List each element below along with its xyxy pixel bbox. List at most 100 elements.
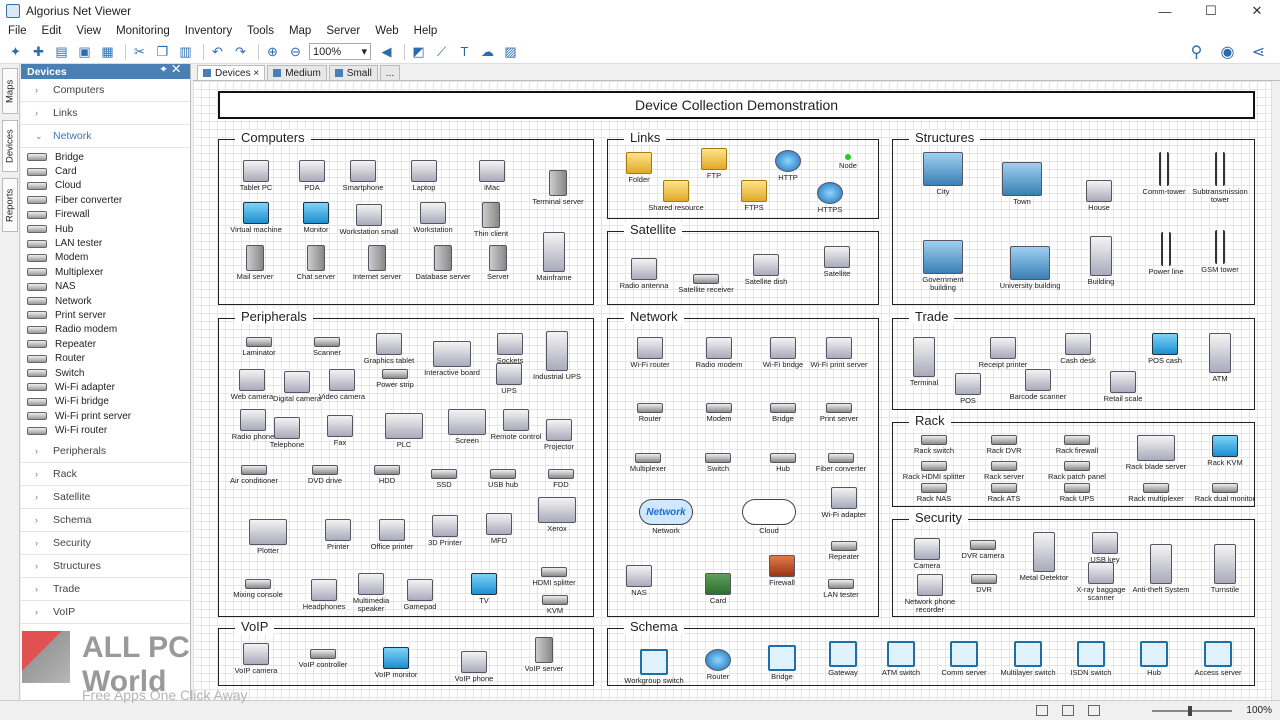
device-node[interactable]: Wi-Fi router [618,337,682,369]
device-node[interactable]: Rack server [972,461,1036,481]
text-icon[interactable]: T [455,42,474,61]
device-node[interactable]: Barcode scanner [1006,369,1070,401]
device-node[interactable]: Comm-tower [1132,152,1196,196]
device-node[interactable]: Cash desk [1046,333,1110,365]
device-node[interactable]: Metal Detektor [1012,532,1076,582]
wizard-icon[interactable]: ✦ [6,42,25,61]
new-icon[interactable]: ✚ [29,42,48,61]
device-node[interactable]: Rack dual monitor [1193,483,1257,503]
device-node[interactable]: Xerox [525,497,589,533]
tab-medium[interactable]: Medium [267,65,327,80]
device-node[interactable]: Laptop [392,160,456,192]
device-list-item[interactable]: Wi-Fi bridge [21,395,190,409]
device-list-item[interactable]: Hub [21,222,190,236]
tab-maps[interactable]: Maps [2,68,18,114]
device-node[interactable]: Firewall [750,555,814,587]
device-list-item[interactable]: Wi-Fi print server [21,409,190,423]
minimize-button[interactable]: — [1142,0,1188,22]
device-node[interactable]: Router [618,403,682,423]
device-node[interactable]: University building [998,246,1062,290]
device-node[interactable]: VoIP controller [291,649,355,669]
device-node[interactable]: Workgroup switch [622,649,686,685]
device-node[interactable]: Fiber converter [809,453,873,473]
maximize-button[interactable]: ☐ [1188,0,1234,22]
device-node[interactable]: ATM [1188,333,1252,383]
category-item[interactable]: › Schema [21,509,190,532]
zoom-select[interactable]: 100% ▾ [309,43,371,60]
group-network[interactable]: Network Wi-Fi router Radio modem Wi-Fi brid… [607,309,879,617]
vertical-scrollbar[interactable] [1271,81,1280,700]
category-item[interactable]: › Rack [21,463,190,486]
zoom-slider-knob[interactable] [1188,706,1192,716]
device-node[interactable]: Wi-Fi bridge [751,337,815,369]
device-node[interactable]: Thin client [459,202,523,238]
menu-monitoring[interactable]: Monitoring [116,25,170,37]
device-node[interactable]: GSM tower [1188,230,1252,274]
image-icon[interactable]: ▨ [501,42,520,61]
device-node[interactable]: Hub [1122,641,1186,677]
device-node[interactable]: Gamepad [388,579,452,611]
device-list-item[interactable]: Bridge [21,150,190,164]
category-computers[interactable]: › Computers [21,79,190,102]
zoom-out-icon[interactable]: ⊖ [286,42,305,61]
device-node[interactable]: Repeater [812,541,876,561]
menu-map[interactable]: Map [289,25,311,37]
device-node[interactable]: PLC [372,413,436,449]
device-node[interactable]: Gateway [811,641,875,677]
category-item[interactable]: › VoIP [21,601,190,624]
device-node[interactable]: Turnstile [1193,544,1257,594]
zoom-slider[interactable] [1152,710,1232,712]
device-node[interactable]: Mixing console [226,579,290,599]
device-node[interactable]: HDMI splitter [522,567,586,587]
device-node[interactable]: Rack patch panel [1045,461,1109,481]
cloud-upload-icon[interactable]: ☁ [478,42,497,61]
device-node[interactable]: House [1067,180,1131,212]
category-network[interactable]: ⌄ Network [21,125,190,148]
device-node[interactable]: HTTP [756,150,820,182]
actual-size-icon[interactable] [1088,705,1100,716]
device-node[interactable]: USB hub [471,469,535,489]
megaphone-icon[interactable]: ◀ [377,42,396,61]
camera-icon[interactable]: ◉ [1218,42,1237,61]
device-node[interactable]: Wi-Fi print server [807,337,871,369]
device-node[interactable]: Workstation small [337,204,401,236]
device-node[interactable]: DVR [952,574,1016,594]
device-node[interactable]: Server [466,245,530,281]
save-icon[interactable]: ▣ [75,42,94,61]
redo-icon[interactable]: ↷ [231,42,250,61]
device-list-item[interactable]: Multiplexer [21,265,190,279]
cut-icon[interactable]: ✂ [130,42,149,61]
device-node[interactable]: KVM [523,595,587,615]
device-list-item[interactable]: Firewall [21,208,190,222]
device-node[interactable]: DVD drive [293,465,357,485]
device-node[interactable]: Radio modem [687,337,751,369]
device-list-item[interactable]: Router [21,351,190,365]
device-node[interactable]: Chat server [284,245,348,281]
close-icon[interactable]: × [253,68,259,79]
shape-icon[interactable]: ◩ [409,42,428,61]
close-button[interactable]: ✕ [1234,0,1280,22]
device-list-item[interactable]: Card [21,164,190,178]
paste-icon[interactable]: ▥ [176,42,195,61]
search-icon[interactable]: ⚲ [1187,42,1206,61]
device-node[interactable]: Terminal server [526,170,590,206]
device-node[interactable]: Rack UPS [1045,483,1109,503]
device-node[interactable]: Subtransmission tower [1188,152,1252,204]
menu-inventory[interactable]: Inventory [185,25,232,37]
group-computers[interactable]: Computers Tablet PC PDA Smartphone Laptop iMa… [218,130,594,305]
device-node[interactable]: Building [1069,236,1133,286]
menu-server[interactable]: Server [326,25,360,37]
device-node[interactable]: Government building [911,240,975,292]
menu-web[interactable]: Web [375,25,398,37]
device-node[interactable]: City [911,152,975,196]
category-item[interactable]: › Trade [21,578,190,601]
device-node[interactable]: Mail server [223,245,287,281]
menu-file[interactable]: File [8,25,27,37]
device-node[interactable]: ATM switch [869,641,933,677]
device-node[interactable]: LAN tester [809,579,873,599]
category-item[interactable]: › Satellite [21,486,190,509]
device-node[interactable]: Interactive board [420,341,484,377]
device-node[interactable]: Retail scale [1091,371,1155,403]
device-node[interactable]: Rack switch [902,435,966,455]
device-node[interactable]: Camera [895,538,959,570]
